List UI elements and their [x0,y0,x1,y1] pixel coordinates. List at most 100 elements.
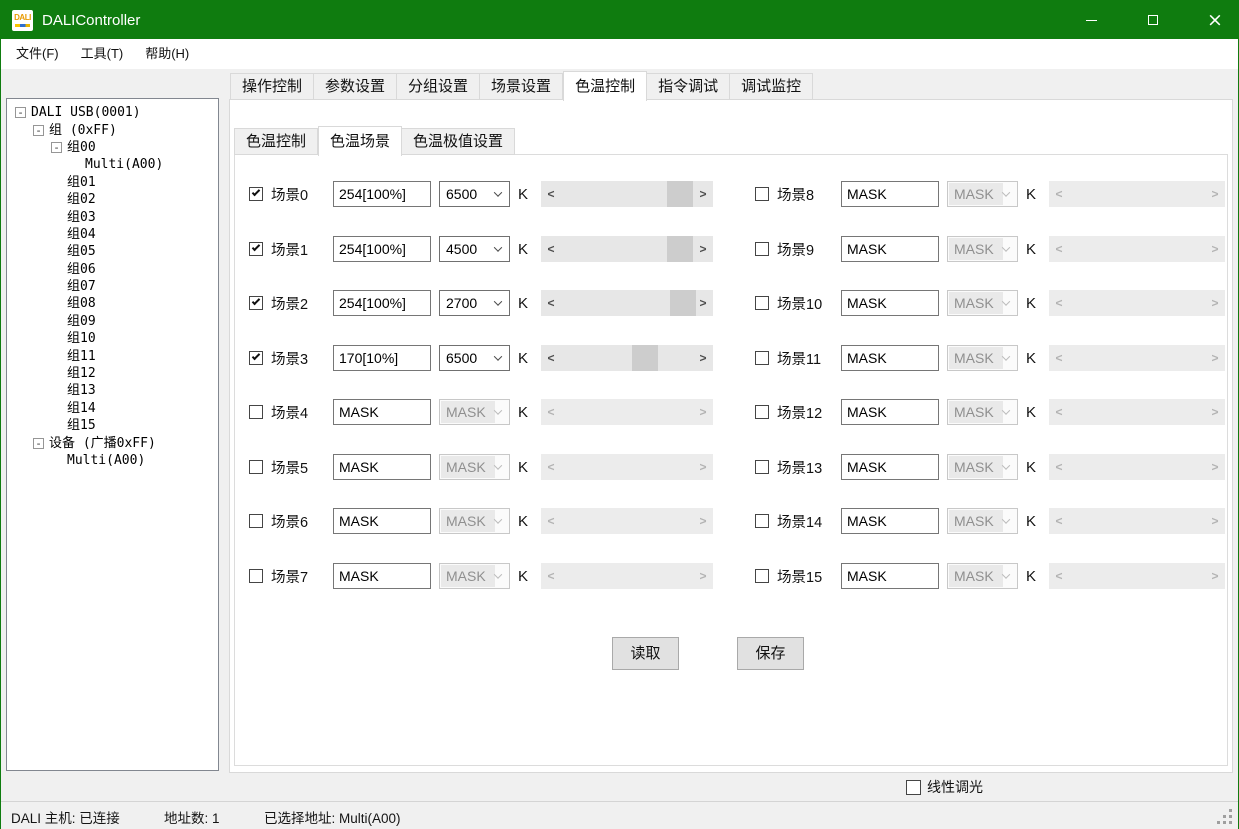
tree-item[interactable]: 组11 [7,347,218,364]
scroll-right-icon[interactable]: > [695,399,711,425]
maximize-button[interactable] [1130,1,1176,39]
scene-checkbox[interactable] [249,187,263,201]
scroll-left-icon[interactable]: < [543,236,559,262]
main-tab-5[interactable]: 指令调试 [647,73,730,100]
scroll-right-icon[interactable]: > [695,181,711,207]
scene-value-input[interactable] [333,236,431,262]
scroll-left-icon[interactable]: < [543,181,559,207]
tree-item[interactable]: 组04 [7,226,218,243]
scroll-right-icon[interactable]: > [695,290,711,316]
temperature-scrollbar[interactable]: < > [541,454,713,480]
temperature-dropdown[interactable]: 6500 [439,181,510,207]
scene-checkbox[interactable] [249,514,263,528]
tree-item[interactable]: -组00 [7,139,218,156]
scene-checkbox[interactable] [249,296,263,310]
tree-item[interactable]: -DALI USB(0001) [7,104,218,121]
scroll-left-icon[interactable]: < [543,454,559,480]
tree-item[interactable]: 组02 [7,191,218,208]
temperature-scrollbar[interactable]: < > [1049,563,1225,589]
scene-checkbox[interactable] [249,405,263,419]
temperature-dropdown[interactable]: MASK [947,345,1018,371]
scene-value-input[interactable] [841,181,939,207]
scrollbar-thumb[interactable] [632,345,658,371]
scene-checkbox[interactable] [755,405,769,419]
temperature-scrollbar[interactable]: < > [541,181,713,207]
read-button[interactable]: 读取 [612,637,679,670]
temperature-dropdown[interactable]: 6500 [439,345,510,371]
tree-item[interactable]: -组 (0xFF) [7,121,218,138]
scroll-left-icon[interactable]: < [1051,345,1067,371]
scene-checkbox[interactable] [755,242,769,256]
linear-dimming-checkbox[interactable] [906,780,921,795]
scroll-left-icon[interactable]: < [1051,454,1067,480]
close-button[interactable]: × [1192,1,1238,39]
collapse-icon[interactable]: - [33,438,44,449]
scrollbar-thumb[interactable] [667,181,693,207]
scroll-right-icon[interactable]: > [1207,290,1223,316]
scene-value-input[interactable] [333,290,431,316]
temperature-dropdown[interactable]: MASK [947,399,1018,425]
temperature-scrollbar[interactable]: < > [541,399,713,425]
scene-value-input[interactable] [841,236,939,262]
scene-value-input[interactable] [333,345,431,371]
tree-item[interactable]: 组10 [7,330,218,347]
scroll-left-icon[interactable]: < [1051,236,1067,262]
scene-value-input[interactable] [841,454,939,480]
menu-item-0[interactable]: 文件(F) [5,39,70,69]
tree-item[interactable]: 组12 [7,365,218,382]
tree-item[interactable]: 组09 [7,313,218,330]
menu-item-1[interactable]: 工具(T) [70,39,135,69]
scroll-left-icon[interactable]: < [543,345,559,371]
temperature-dropdown[interactable]: MASK [439,563,510,589]
scroll-left-icon[interactable]: < [1051,290,1067,316]
collapse-icon[interactable]: - [33,125,44,136]
scroll-right-icon[interactable]: > [1207,399,1223,425]
tree-item[interactable]: Multi(A00) [7,452,218,469]
tree-item[interactable]: 组14 [7,400,218,417]
scroll-right-icon[interactable]: > [695,236,711,262]
scrollbar-thumb[interactable] [667,236,693,262]
temperature-scrollbar[interactable]: < > [1049,181,1225,207]
save-button[interactable]: 保存 [737,637,804,670]
scroll-left-icon[interactable]: < [543,290,559,316]
temperature-dropdown[interactable]: MASK [439,508,510,534]
resize-grip-icon[interactable] [1217,809,1232,824]
scene-checkbox[interactable] [249,569,263,583]
scene-checkbox[interactable] [249,460,263,474]
sub-tab-0[interactable]: 色温控制 [234,128,318,155]
scroll-right-icon[interactable]: > [695,563,711,589]
scene-checkbox[interactable] [249,351,263,365]
main-tab-6[interactable]: 调试监控 [730,73,813,100]
scene-value-input[interactable] [841,345,939,371]
scroll-right-icon[interactable]: > [1207,508,1223,534]
temperature-dropdown[interactable]: MASK [947,290,1018,316]
temperature-scrollbar[interactable]: < > [1049,454,1225,480]
main-tab-4[interactable]: 色温控制 [563,71,647,101]
scene-value-input[interactable] [841,508,939,534]
scene-value-input[interactable] [333,399,431,425]
scene-value-input[interactable] [841,399,939,425]
temperature-scrollbar[interactable]: < > [541,290,713,316]
scene-value-input[interactable] [333,508,431,534]
scroll-left-icon[interactable]: < [543,563,559,589]
scroll-left-icon[interactable]: < [543,508,559,534]
scroll-left-icon[interactable]: < [1051,399,1067,425]
temperature-scrollbar[interactable]: < > [1049,345,1225,371]
tree-item[interactable]: 组13 [7,382,218,399]
scene-checkbox[interactable] [755,569,769,583]
sub-tab-2[interactable]: 色温极值设置 [402,128,515,155]
collapse-icon[interactable]: - [15,107,26,118]
temperature-dropdown[interactable]: MASK [947,181,1018,207]
scene-checkbox[interactable] [249,242,263,256]
main-tab-3[interactable]: 场景设置 [480,73,563,100]
scroll-right-icon[interactable]: > [1207,236,1223,262]
scroll-right-icon[interactable]: > [695,345,711,371]
sub-tab-1[interactable]: 色温场景 [318,126,402,156]
collapse-icon[interactable]: - [51,142,62,153]
tree-item[interactable]: 组05 [7,243,218,260]
scroll-right-icon[interactable]: > [1207,454,1223,480]
scene-checkbox[interactable] [755,296,769,310]
temperature-scrollbar[interactable]: < > [541,236,713,262]
scene-value-input[interactable] [333,563,431,589]
tree-item[interactable]: 组03 [7,208,218,225]
